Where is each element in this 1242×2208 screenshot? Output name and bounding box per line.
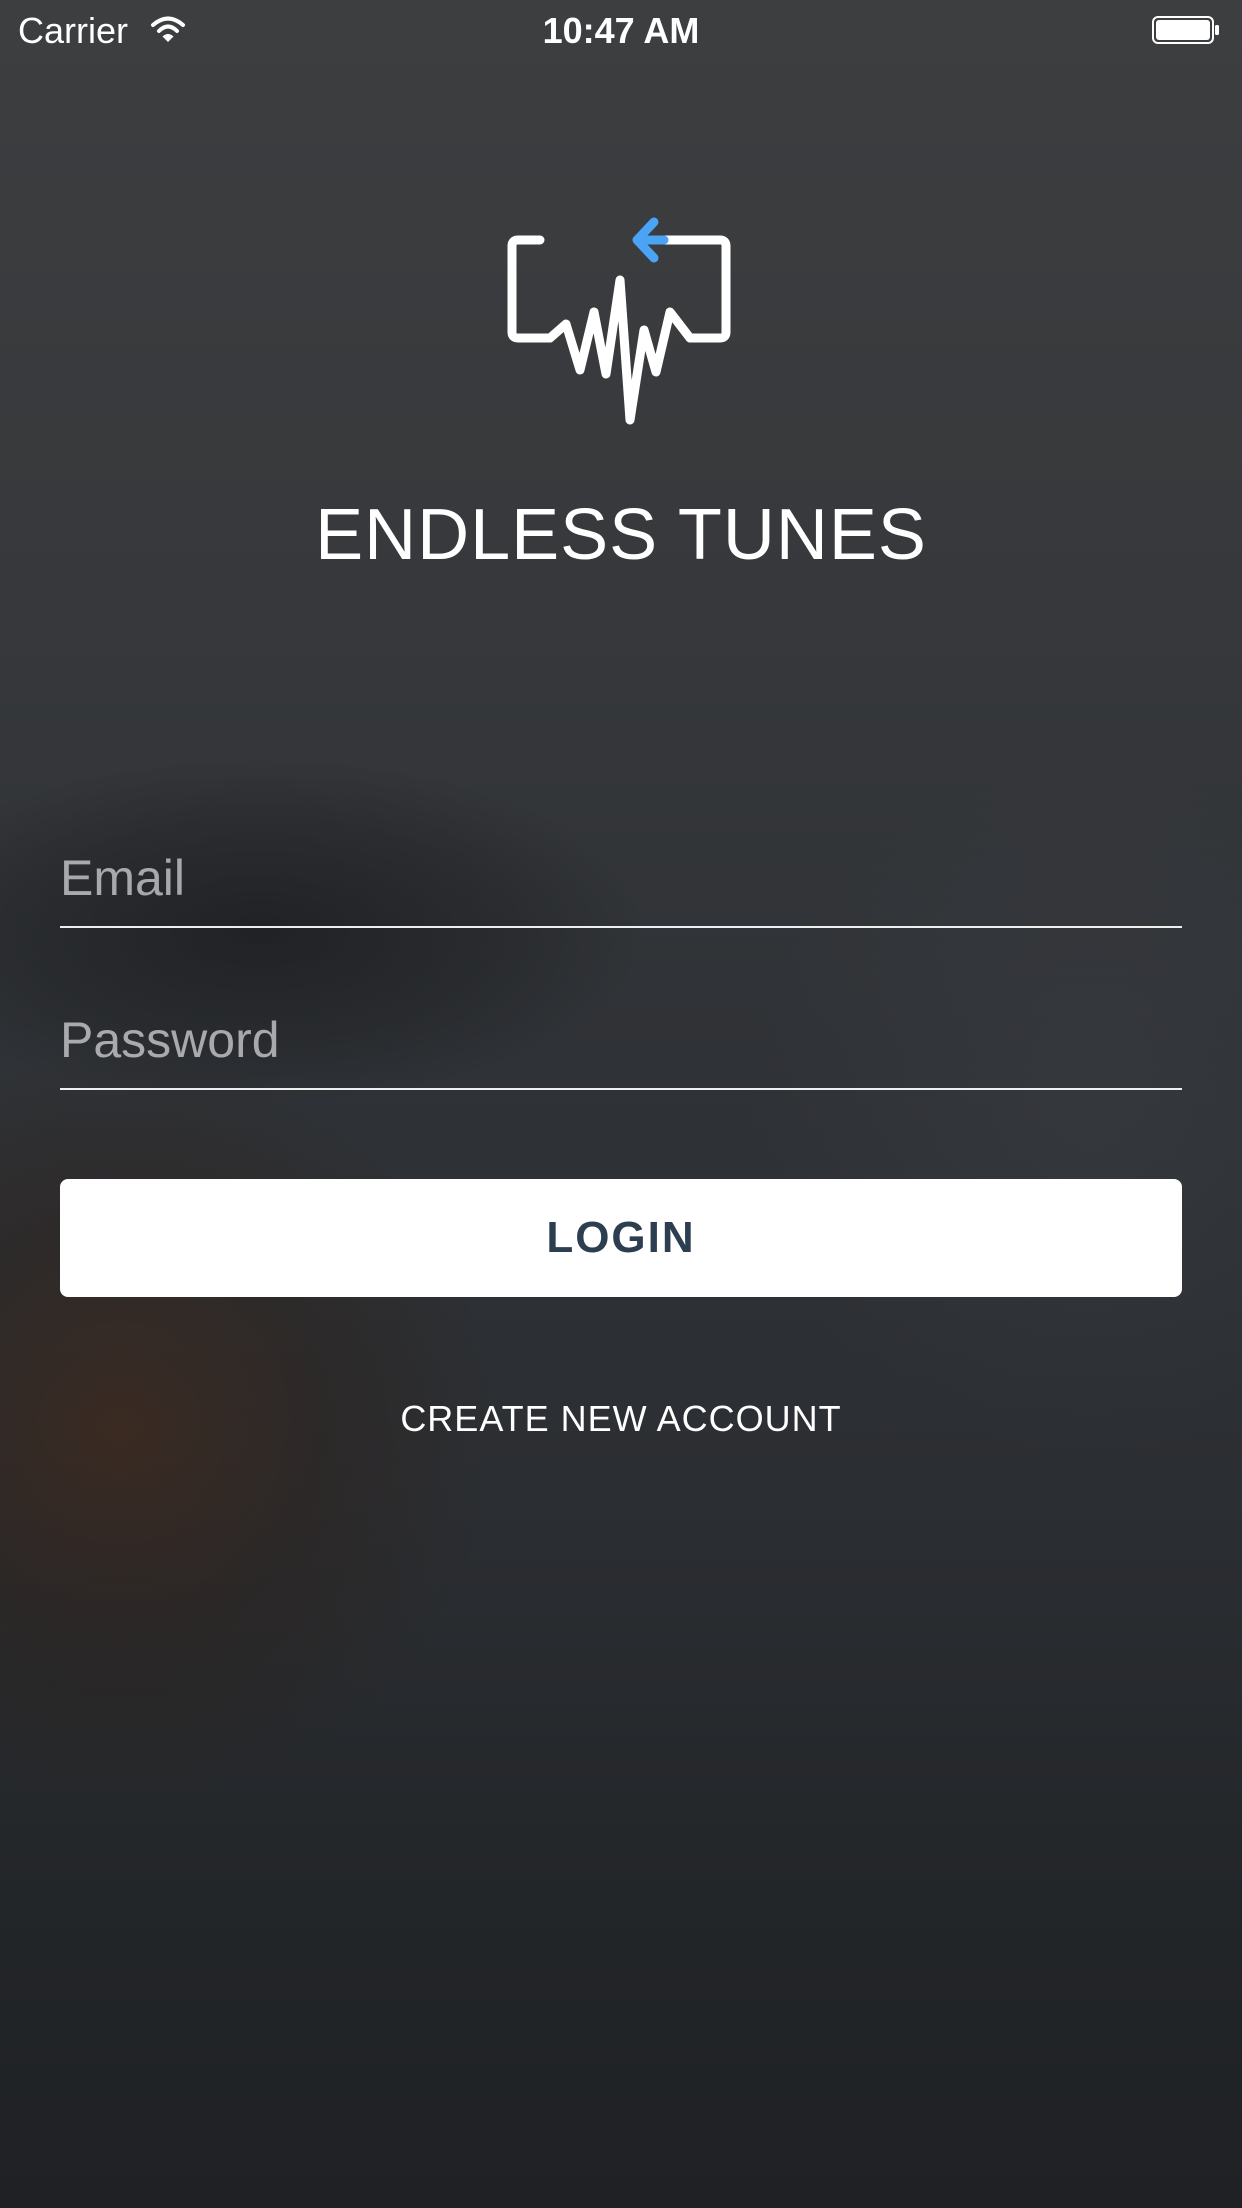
- email-input[interactable]: [60, 830, 1182, 926]
- email-field: [60, 830, 1182, 928]
- app-title: ENDLESS TUNES: [315, 495, 927, 575]
- status-bar: Carrier 10:47 AM: [0, 0, 1242, 60]
- create-account-link[interactable]: CREATE NEW ACCOUNT: [0, 1398, 1242, 1440]
- login-screen: Carrier 10:47 AM ENDLESS TUNES Email LOG…: [0, 0, 1242, 2208]
- status-time: 10:47 AM: [542, 10, 700, 51]
- login-button[interactable]: LOGIN: [60, 1179, 1182, 1297]
- password-input[interactable]: [60, 992, 1182, 1088]
- battery-icon: [1152, 16, 1219, 44]
- endless-tunes-logo-icon: [507, 217, 731, 425]
- password-field: [60, 992, 1182, 1090]
